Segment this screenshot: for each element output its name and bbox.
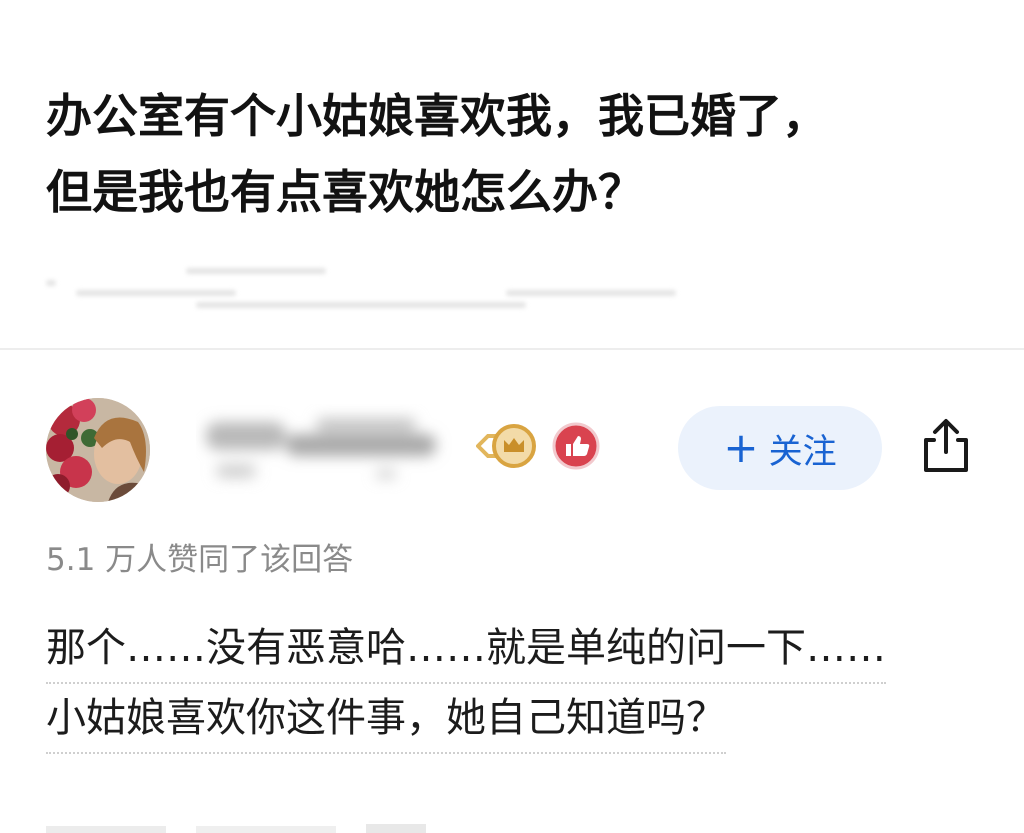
answer-content[interactable]: 那个……没有恶意哈……就是单纯的问一下…… 小姑娘喜欢你这件事，她自己知道吗？: [46, 614, 986, 754]
like-badge-icon[interactable]: [552, 422, 600, 470]
upvote-count: 5.1 万人赞同了该回答: [46, 542, 354, 578]
section-divider: [0, 348, 1024, 350]
answer-text-line-2: 小姑娘喜欢你这件事，她自己知道吗？: [46, 684, 726, 754]
question-meta-blurred: [46, 262, 686, 312]
plus-icon: +: [723, 423, 759, 472]
question-title-line-2[interactable]: 但是我也有点喜欢她怎么办？: [46, 154, 986, 230]
question-title-line-1[interactable]: 办公室有个小姑娘喜欢我，我已婚了，: [46, 78, 986, 154]
question-header: 办公室有个小姑娘喜欢我，我已婚了， 但是我也有点喜欢她怎么办？: [46, 78, 986, 230]
answer-text-line-1: 那个……没有恶意哈……就是单纯的问一下……: [46, 614, 886, 684]
follow-button-label: 关注: [768, 431, 837, 472]
follow-button[interactable]: + 关注: [678, 406, 882, 490]
crown-badge-icon[interactable]: [476, 422, 540, 470]
answer-author-bar: + 关注: [46, 398, 986, 502]
truncated-next-line: [46, 816, 466, 833]
avatar-image: [46, 398, 150, 502]
blurred-name-graphic: [206, 418, 436, 478]
avatar[interactable]: [46, 398, 150, 502]
share-icon[interactable]: [918, 416, 974, 476]
author-name-blurred[interactable]: [196, 404, 456, 494]
